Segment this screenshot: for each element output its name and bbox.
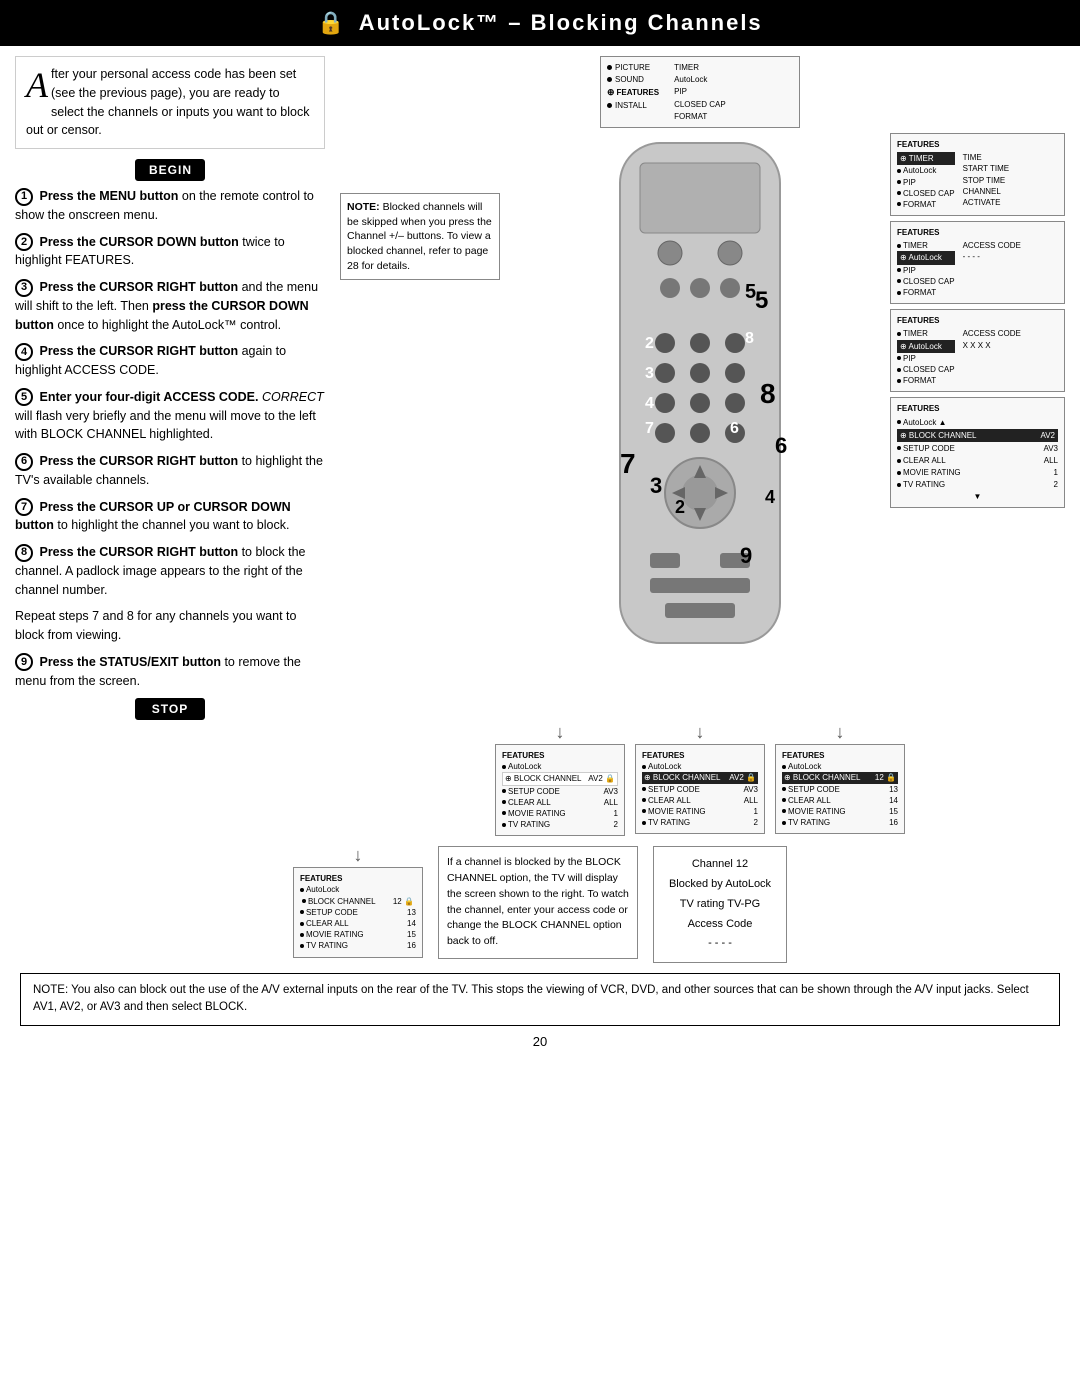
svg-text:9: 9 bbox=[740, 543, 752, 568]
arrow-down-2: ↓ bbox=[696, 723, 705, 741]
step-8-label: Press the CURSOR RIGHT button bbox=[39, 545, 238, 559]
arrow-down-final: ↓ bbox=[353, 846, 362, 864]
svg-text:2: 2 bbox=[645, 335, 654, 352]
panel-autolock-access: FEATURES TIMER ⊕ AutoLock PIP CLOSED CAP… bbox=[890, 221, 1065, 304]
top-menu-panel: PICTURE SOUND ⊕FEATURES INSTALL TIMER Au… bbox=[600, 56, 800, 128]
channel-info-line5: - - - - bbox=[669, 934, 771, 954]
page-number: 20 bbox=[15, 1034, 1065, 1049]
svg-text:4: 4 bbox=[765, 487, 775, 507]
step-2-number: 2 bbox=[15, 233, 33, 251]
step-repeat: Repeat steps 7 and 8 for any channels yo… bbox=[15, 607, 325, 645]
step-2-label: Press the CURSOR DOWN button bbox=[39, 235, 238, 249]
svg-text:6: 6 bbox=[730, 420, 739, 437]
intro-box: A fter your personal access code has bee… bbox=[15, 56, 325, 149]
step-8: 8 Press the CURSOR RIGHT button to block… bbox=[15, 543, 325, 599]
step-5-label: Enter your four-digit ACCESS CODE. bbox=[39, 390, 258, 404]
panel-timer: FEATURES ⊕ TIMER AutoLock PIP CLOSED CAP… bbox=[890, 133, 1065, 216]
page-header: 🔒 AutoLock™ – Blocking Channels bbox=[0, 0, 1080, 46]
right-column: PICTURE SOUND ⊕FEATURES INSTALL TIMER Au… bbox=[335, 56, 1065, 836]
svg-text:8: 8 bbox=[760, 378, 776, 409]
svg-text:3: 3 bbox=[645, 365, 654, 382]
channel-info-line1: Channel 12 bbox=[669, 855, 771, 875]
note-blocked-channels: NOTE: Blocked channels will be skipped w… bbox=[340, 193, 500, 280]
arrow-down-3: ↓ bbox=[836, 723, 845, 741]
intro-text: fter your personal access code has been … bbox=[26, 67, 309, 137]
channel-blocked-text: If a channel is blocked by the BLOCK CHA… bbox=[447, 856, 629, 947]
panel-block-channel: FEATURES AutoLock ▲ ⊕ BLOCK CHANNELAV2 S… bbox=[890, 397, 1065, 508]
step-5-number: 5 bbox=[15, 388, 33, 406]
right-panels-column: FEATURES ⊕ TIMER AutoLock PIP CLOSED CAP… bbox=[890, 133, 1065, 508]
step-7-number: 7 bbox=[15, 498, 33, 516]
step-4-number: 4 bbox=[15, 343, 33, 361]
svg-text:4: 4 bbox=[645, 395, 654, 412]
step-3-label: Press the CURSOR RIGHT button bbox=[39, 280, 238, 294]
panel-lock-av2: FEATURES AutoLock ⊕ BLOCK CHANNELAV2 🔒 S… bbox=[495, 744, 625, 836]
svg-text:5: 5 bbox=[755, 287, 768, 314]
step-3-number: 3 bbox=[15, 279, 33, 297]
step-1-label: Press the MENU button bbox=[39, 189, 178, 203]
step-1: 1 Press the MENU button on the remote co… bbox=[15, 187, 325, 225]
panel-channels-12-16: FEATURES AutoLock ⊕ BLOCK CHANNEL12 🔒 SE… bbox=[775, 744, 905, 834]
bottom-section: ↓ FEATURES AutoLock BLOCK CHANNEL12 🔒 SE… bbox=[0, 846, 1080, 1066]
step-5: 5 Enter your four-digit ACCESS CODE. COR… bbox=[15, 388, 325, 444]
panel-final-channels: FEATURES AutoLock BLOCK CHANNEL12 🔒 SETU… bbox=[293, 867, 423, 957]
step-7: 7 Press the CURSOR UP or CURSOR DOWN but… bbox=[15, 498, 325, 536]
step-4: 4 Press the CURSOR RIGHT button again to… bbox=[15, 342, 325, 380]
channel-info-line2: Blocked by AutoLock bbox=[669, 875, 771, 895]
panel-lock-av2-b: FEATURES AutoLock ⊕ BLOCK CHANNELAV2 🔒 S… bbox=[635, 744, 765, 834]
step-2: 2 Press the CURSOR DOWN button twice to … bbox=[15, 233, 325, 271]
step-9: 9 Press the STATUS/EXIT button to remove… bbox=[15, 653, 325, 691]
step-3: 3 Press the CURSOR RIGHT button and the … bbox=[15, 278, 325, 334]
panel-access-code-x: FEATURES TIMER ⊕ AutoLock PIP CLOSED CAP… bbox=[890, 309, 1065, 392]
step-6: 6 Press the CURSOR RIGHT button to highl… bbox=[15, 452, 325, 490]
bottom-flow-section: ↓ FEATURES AutoLock ⊕ BLOCK CHANNELAV2 🔒… bbox=[335, 723, 1065, 836]
svg-text:7: 7 bbox=[645, 420, 654, 437]
step-9-number: 9 bbox=[15, 653, 33, 671]
step-4-label: Press the CURSOR RIGHT button bbox=[39, 344, 238, 358]
step-6-number: 6 bbox=[15, 453, 33, 471]
step-7-label: Press the CURSOR UP or CURSOR DOWN butto… bbox=[15, 500, 291, 533]
stop-button[interactable]: STOP bbox=[135, 698, 205, 720]
step-1-number: 1 bbox=[15, 188, 33, 206]
step-9-label: Press the STATUS/EXIT button bbox=[39, 655, 221, 669]
arrow-down-1: ↓ bbox=[556, 723, 565, 741]
svg-text:3: 3 bbox=[650, 473, 662, 498]
svg-text:7: 7 bbox=[620, 448, 636, 479]
channel-blocked-explanation: If a channel is blocked by the BLOCK CHA… bbox=[438, 846, 638, 959]
bottom-note: NOTE: You also can block out the use of … bbox=[20, 973, 1060, 1026]
note-title: NOTE: bbox=[347, 201, 380, 213]
step-6-label: Press the CURSOR RIGHT button bbox=[39, 454, 238, 468]
drop-cap: A bbox=[26, 67, 48, 103]
remote-svg: 5 8 7 3 2 4 6 7 3 2 8 6 4 9 5 bbox=[590, 133, 810, 693]
bottom-note-text: NOTE: You also can block out the use of … bbox=[33, 984, 1029, 1013]
left-column: A fter your personal access code has bee… bbox=[15, 56, 325, 836]
svg-text:6: 6 bbox=[775, 433, 787, 458]
remote-control: 5 8 7 3 2 4 6 7 3 2 8 6 4 9 5 bbox=[590, 133, 810, 693]
begin-button[interactable]: BEGIN bbox=[135, 159, 205, 181]
lock-icon: 🔒 bbox=[317, 10, 346, 36]
channel-info-panel: Channel 12 Blocked by AutoLock TV rating… bbox=[653, 846, 787, 963]
channel-info-line3: TV rating TV-PG bbox=[669, 895, 771, 915]
channel-info-line4: Access Code bbox=[669, 915, 771, 935]
svg-text:8: 8 bbox=[745, 330, 754, 347]
page-title: AutoLock™ – Blocking Channels bbox=[359, 10, 763, 36]
svg-text:2: 2 bbox=[675, 497, 685, 517]
step-8-number: 8 bbox=[15, 544, 33, 562]
